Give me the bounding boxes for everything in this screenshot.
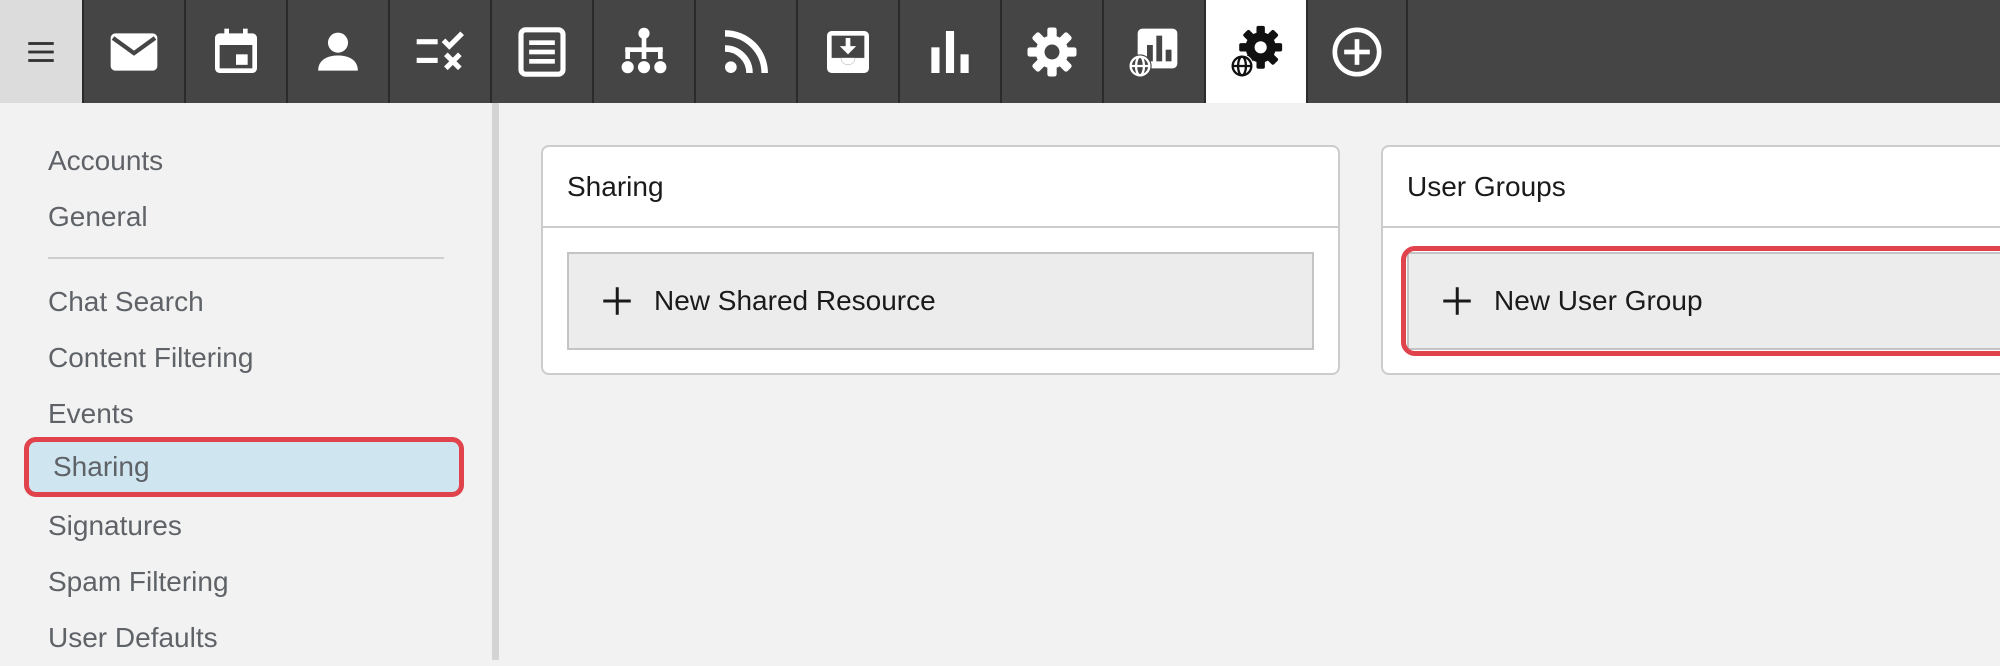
sidebar-item-content-filtering[interactable]: Content Filtering [48,330,448,386]
sidebar-item-sharing[interactable]: Sharing [24,437,464,497]
plus-icon [603,287,631,315]
inbox-icon [827,30,869,73]
tasks-icon [416,31,464,70]
notes-icon [518,26,566,77]
notes-button[interactable] [490,0,592,103]
plus-icon [1443,287,1471,315]
sidebar-item-signatures[interactable]: Signatures [48,498,448,554]
rss-icon [724,29,768,73]
user-groups-panel-title: User Groups [1383,147,2000,228]
domain-settings-button[interactable] [1204,0,1306,103]
tasks-button[interactable] [388,0,490,103]
contacts-icon [318,32,358,71]
sidebar-item-events[interactable]: Events [48,386,448,442]
domain-settings-icon [1230,25,1283,78]
sidebar-item-user-defaults[interactable]: User Defaults [48,610,448,666]
mail-icon [110,32,158,71]
calendar-icon [215,28,257,73]
org-chart-button[interactable] [592,0,694,103]
main-toolbar [0,0,2000,103]
user-groups-panel: User Groups New User Group [1381,145,2000,375]
sidebar-resize-handle[interactable] [492,103,499,660]
new-user-group-button[interactable]: New User Group [1407,252,2000,350]
sidebar-item-chat-search[interactable]: Chat Search [48,274,448,330]
sharing-panel-title: Sharing [543,147,1338,228]
menu-button[interactable] [0,0,82,103]
new-shared-resource-label: New Shared Resource [654,285,936,316]
settings-button[interactable] [1000,0,1102,103]
org-chart-icon [621,27,667,73]
inbox-button[interactable] [796,0,898,103]
new-user-group-label: New User Group [1494,285,1703,316]
add-button[interactable] [1306,0,1408,103]
menu-icon [28,41,54,62]
settings-icon [1027,27,1077,76]
sharing-panel: Sharing New Shared Resource [541,145,1340,375]
domain-reports-icon [1128,28,1178,78]
calendar-button[interactable] [184,0,286,103]
contacts-button[interactable] [286,0,388,103]
rss-button[interactable] [694,0,796,103]
mail-button[interactable] [82,0,184,103]
reports-icon [931,30,969,73]
add-circle-icon [1332,27,1382,76]
new-shared-resource-button[interactable]: New Shared Resource [567,252,1314,350]
sidebar-item-general[interactable]: General [48,189,448,245]
reports-button[interactable] [898,0,1000,103]
domain-reports-button[interactable] [1102,0,1204,103]
sidebar-item-spam-filtering[interactable]: Spam Filtering [48,554,448,610]
sidebar-item-accounts[interactable]: Accounts [48,133,448,189]
sidebar-divider [48,257,444,259]
